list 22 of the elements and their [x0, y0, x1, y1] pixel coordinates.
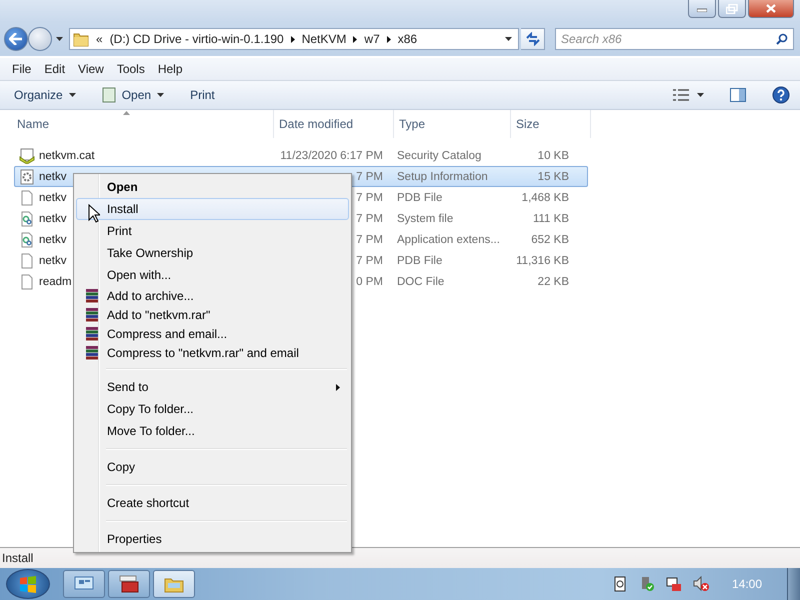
date-modified: 7 PM: [355, 170, 383, 182]
file-type: System file: [396, 212, 454, 224]
file-type: PDB File: [396, 192, 444, 204]
file-size: 111 KB: [532, 212, 569, 224]
file-type: Security Catalog: [396, 150, 482, 162]
date-modified: 7 PM: [355, 192, 383, 204]
file-type: PDB File: [396, 254, 444, 266]
date-modified: 7 PM: [355, 254, 383, 266]
status-text: Install: [2, 551, 34, 565]
file-size: 15 KB: [536, 170, 569, 182]
file-type: Setup Information: [396, 170, 489, 182]
date-modified: 7 PM: [355, 234, 383, 246]
date-modified: 7 PM: [355, 212, 383, 224]
file-size: 11,316 KB: [515, 254, 569, 266]
file-size: 22 KB: [536, 276, 569, 288]
file-type: DOC File: [396, 276, 446, 288]
file-size: 652 KB: [530, 234, 569, 246]
date-modified: 11/23/2020 6:17 PM: [279, 150, 383, 162]
file-size: 1,468 KB: [520, 192, 569, 204]
file-size: 10 KB: [536, 150, 569, 162]
date-modified: 0 PM: [355, 276, 383, 288]
file-type: Application extens...: [396, 234, 501, 246]
